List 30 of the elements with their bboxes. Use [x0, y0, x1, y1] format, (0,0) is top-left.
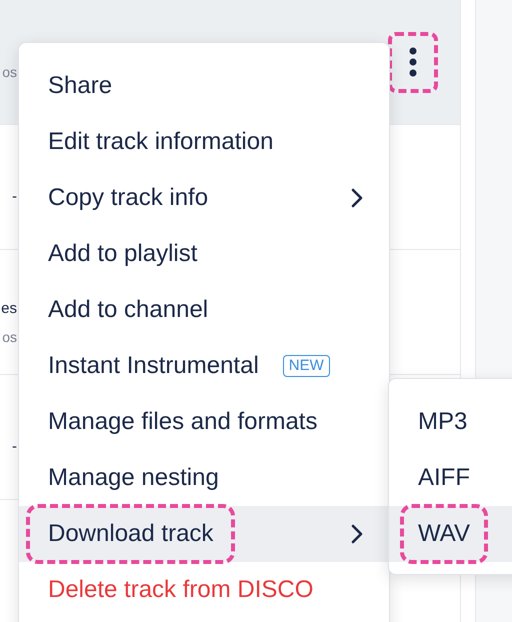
- menu-item-label: Edit track information: [47, 127, 274, 157]
- menu-item-label: Share: [47, 71, 114, 101]
- menu-item-label: Add to channel: [47, 295, 210, 325]
- track-title: es: [1, 299, 17, 319]
- menu-item[interactable]: Delete track from DISCO: [19, 562, 389, 618]
- menu-item[interactable]: Instant Instrumental NEW: [19, 338, 389, 394]
- menu-item[interactable]: Add to channel: [19, 282, 389, 338]
- track-title: -: [12, 437, 17, 457]
- format-label: MP3: [417, 407, 468, 437]
- format-label: WAV: [400, 504, 488, 564]
- menu-item[interactable]: Copy track info: [19, 170, 389, 226]
- chevron-right-icon: [351, 524, 363, 544]
- menu-item-label: Delete track from DISCO: [47, 575, 314, 605]
- menu-item-label: Manage nesting: [47, 463, 220, 493]
- format-label: AIFF: [417, 463, 471, 493]
- more-vertical-icon: [409, 47, 417, 77]
- menu-item[interactable]: Add to playlist: [19, 226, 389, 282]
- menu-item-label: Manage files and formats: [47, 407, 318, 437]
- track-title: -: [12, 187, 17, 207]
- menu-item-label: Instant Instrumental: [47, 351, 260, 381]
- chevron-right-icon: [351, 188, 363, 208]
- track-subtitle: os: [2, 64, 17, 80]
- menu-item-label: Copy track info: [47, 183, 210, 213]
- menu-item-label: Add to playlist: [47, 239, 198, 269]
- format-option[interactable]: WAV: [389, 506, 512, 562]
- menu-item[interactable]: Edit track information: [19, 114, 389, 170]
- menu-item[interactable]: Share: [19, 58, 389, 114]
- new-badge: NEW: [282, 355, 330, 377]
- menu-item[interactable]: Download track: [19, 506, 389, 562]
- track-subtitle: os: [2, 329, 17, 345]
